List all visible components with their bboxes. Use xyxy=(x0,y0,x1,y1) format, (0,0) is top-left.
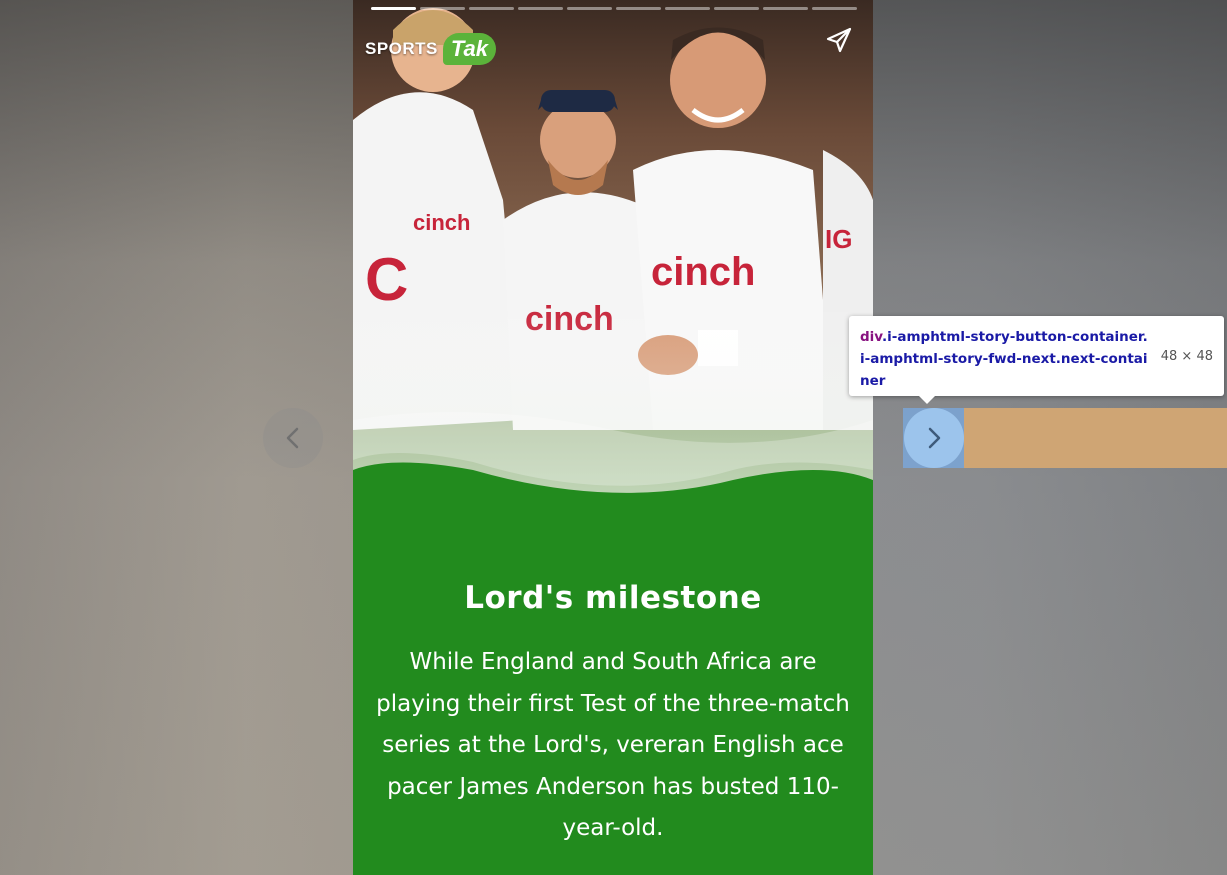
progress-segment xyxy=(469,7,514,10)
tooltip-size: 48 × 48 xyxy=(1160,349,1213,364)
brand-logo[interactable]: SPORTS Tak xyxy=(365,32,496,66)
progress-segment xyxy=(567,7,612,10)
progress-segment xyxy=(518,7,563,10)
share-icon xyxy=(826,27,852,53)
svg-text:cinch: cinch xyxy=(651,250,755,294)
svg-text:IG: IG xyxy=(825,224,852,254)
progress-segment xyxy=(665,7,710,10)
tooltip-tag: div xyxy=(860,329,882,345)
next-page-button[interactable] xyxy=(904,408,964,468)
previous-page-button[interactable] xyxy=(263,408,323,468)
story-title: Lord's milestone xyxy=(464,580,762,616)
progress-segment xyxy=(714,7,759,10)
story-progress-bar xyxy=(371,7,857,10)
share-button[interactable] xyxy=(825,26,853,54)
progress-segment xyxy=(763,7,808,10)
tooltip-selector: div.i-amphtml-story-button-container.i-a… xyxy=(860,326,1150,392)
story-body-text: While England and South Africa are playi… xyxy=(376,649,850,841)
chevron-left-icon xyxy=(286,427,299,449)
progress-segment xyxy=(616,7,661,10)
brand-tak-badge: Tak xyxy=(442,33,496,65)
chevron-right-icon xyxy=(928,427,941,449)
svg-text:cinch: cinch xyxy=(413,210,470,235)
progress-segment xyxy=(420,7,465,10)
progress-segment xyxy=(812,7,857,10)
progress-segment xyxy=(371,7,416,10)
brand-sports-text: SPORTS xyxy=(365,39,438,58)
story-content: Lord's milestone While England and South… xyxy=(353,580,873,850)
tooltip-classes: .i-amphtml-story-button-container.i-amph… xyxy=(860,329,1148,389)
devtools-inspect-tooltip: div.i-amphtml-story-button-container.i-a… xyxy=(849,316,1224,404)
story-photo: cinch cinch IG C cinch xyxy=(353,0,873,520)
devtools-margin-highlight xyxy=(964,408,1227,468)
story-page[interactable]: cinch cinch IG C cinch SPORTS Tak xyxy=(353,0,873,875)
